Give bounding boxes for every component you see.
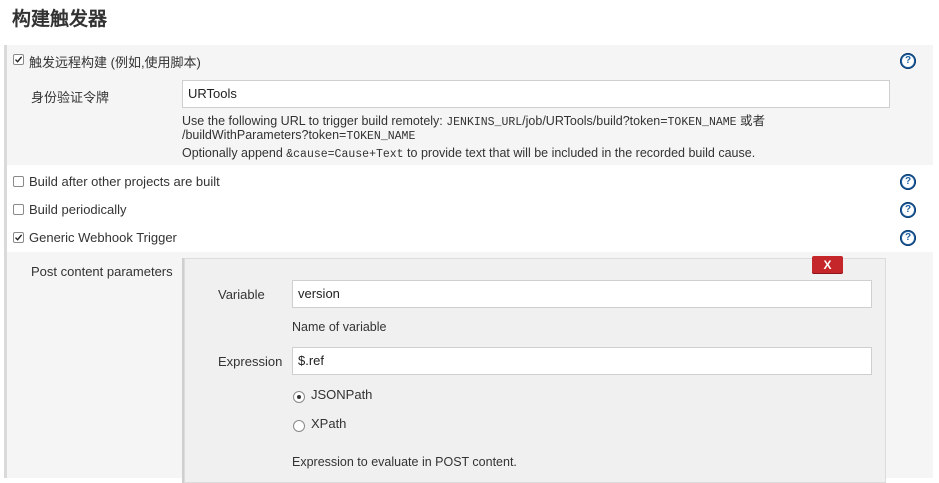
xpath-radio[interactable] (293, 420, 305, 432)
help-icon[interactable]: ? (900, 53, 916, 69)
xpath-label: XPath (311, 416, 347, 431)
remote-trigger-hint-line1: Use the following URL to trigger build r… (182, 114, 766, 129)
remote-trigger-hint-line2: /buildWithParameters?token=TOKEN_NAME (182, 128, 416, 143)
help-icon[interactable]: ? (900, 174, 916, 190)
post-content-params-label: Post content parameters (31, 264, 173, 279)
auth-token-input[interactable]: URTools (182, 80, 890, 108)
help-icon[interactable]: ? (900, 230, 916, 246)
page-title: 构建触发器 (12, 9, 108, 30)
radio-selected-dot (297, 395, 301, 399)
expression-label: Expression (218, 354, 283, 369)
remote-trigger-hint-line3: Optionally append &cause=Cause+Text to p… (182, 146, 756, 161)
build-after-other-label: Build after other projects are built (29, 174, 220, 189)
remote-trigger-checkbox[interactable] (13, 54, 24, 65)
build-periodically-checkbox[interactable] (13, 204, 24, 215)
checkmark-icon (15, 56, 23, 63)
checkmark-icon (15, 234, 23, 241)
generic-webhook-checkbox[interactable] (13, 232, 24, 243)
remote-trigger-label: 触发远程构建 (例如,使用脚本) (29, 55, 201, 70)
expression-input[interactable]: $.ref (292, 347, 872, 375)
token-label: 身份验证令牌 (31, 90, 110, 105)
help-icon[interactable]: ? (900, 202, 916, 218)
build-after-other-checkbox[interactable] (13, 176, 24, 187)
jsonpath-radio[interactable] (293, 391, 305, 403)
delete-param-button[interactable]: X (812, 256, 843, 274)
variable-hint: Name of variable (292, 320, 387, 334)
build-periodically-label: Build periodically (29, 202, 127, 217)
expression-hint: Expression to evaluate in POST content. (292, 455, 517, 469)
variable-label: Variable (218, 287, 265, 302)
generic-webhook-label: Generic Webhook Trigger (29, 230, 177, 245)
jsonpath-label: JSONPath (311, 387, 373, 402)
variable-input[interactable]: version (292, 280, 872, 308)
